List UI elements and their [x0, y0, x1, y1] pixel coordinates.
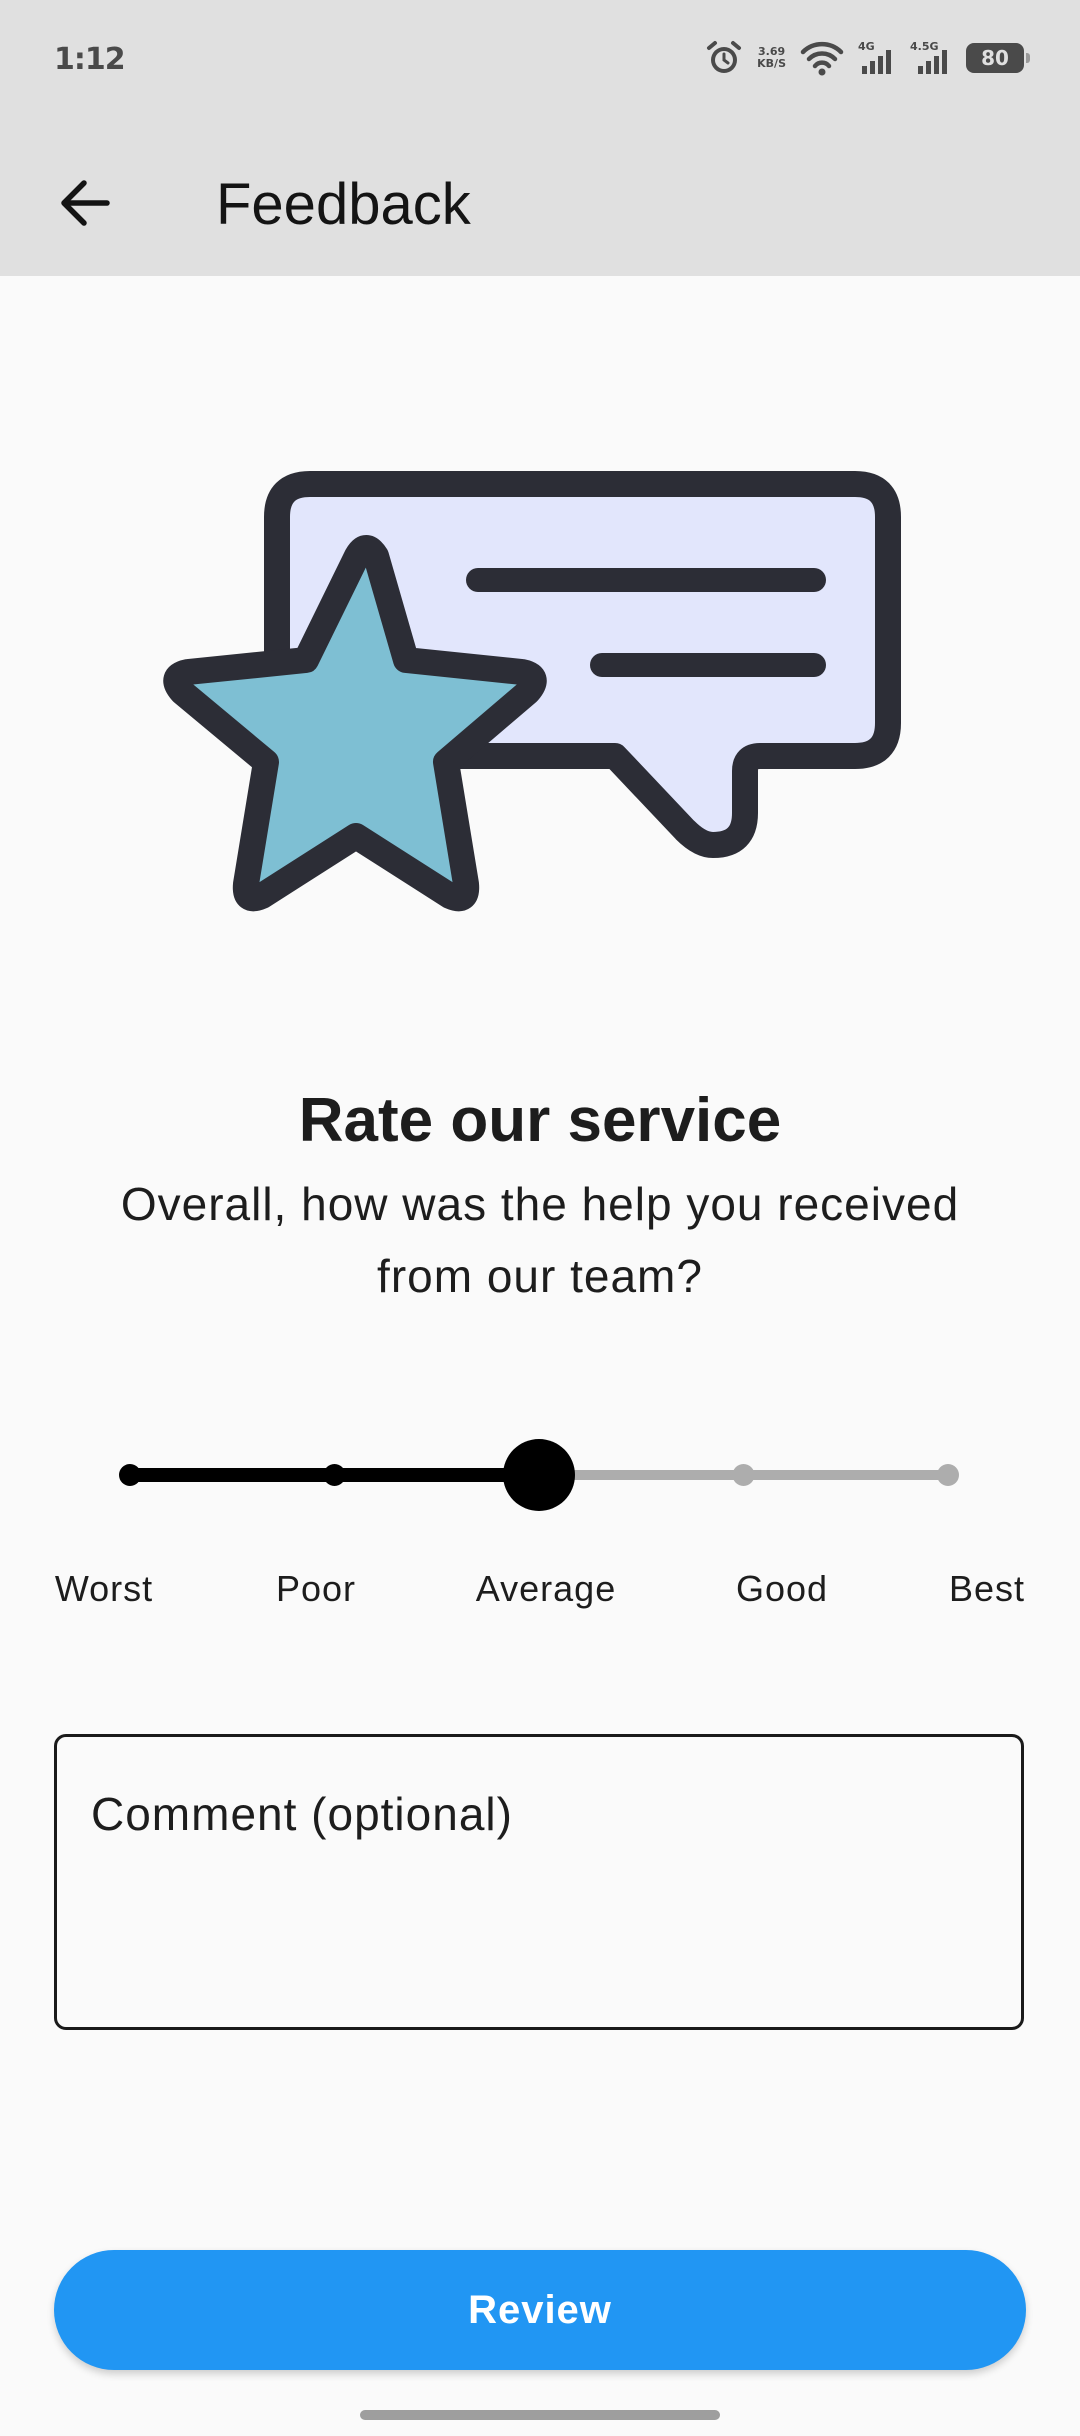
- alarm-icon: [705, 39, 743, 77]
- comment-field[interactable]: [54, 1734, 1024, 2030]
- review-button[interactable]: Review: [54, 2250, 1026, 2370]
- slider-thumb: [503, 1439, 575, 1511]
- slider-tick[interactable]: [937, 1464, 959, 1486]
- home-indicator: [360, 2410, 720, 2420]
- signal-icon: 4G: [858, 40, 896, 76]
- star-speech-bubble-icon: [163, 471, 901, 912]
- rating-subtitle-line-1: Overall, how was the help you received: [120, 1178, 960, 1230]
- status-time: 1:12: [54, 42, 126, 77]
- app-bar: Feedback: [0, 120, 1080, 276]
- rating-slider[interactable]: [0, 1420, 1080, 1530]
- status-bar: 1:12 3.69 KB/S 4G 4.5G 80: [0, 0, 1080, 120]
- rating-title: Rate our service: [298, 1086, 782, 1155]
- slider-tick[interactable]: [732, 1464, 755, 1486]
- rating-subtitle-line-2: from our team?: [377, 1250, 703, 1302]
- svg-text:4G: 4G: [858, 40, 875, 53]
- status-icons: 3.69 KB/S 4G 4.5G 80: [705, 36, 1030, 80]
- slider-tick[interactable]: [119, 1464, 141, 1486]
- arrow-left-icon: [57, 175, 113, 236]
- svg-text:4.5G: 4.5G: [910, 40, 939, 53]
- comment-input[interactable]: [57, 1737, 1021, 2027]
- slider-tick[interactable]: [323, 1464, 346, 1486]
- network-speed: 3.69 KB/S: [757, 46, 786, 70]
- rating-label-good: Good: [735, 1568, 829, 1609]
- back-button[interactable]: [40, 160, 130, 250]
- rating-label-poor: Poor: [275, 1568, 357, 1609]
- rating-label-average: Average: [475, 1568, 617, 1609]
- rating-slider-track[interactable]: [0, 1420, 1080, 1530]
- page-title: Feedback: [216, 172, 471, 237]
- network-speed-unit: KB/S: [757, 57, 786, 70]
- battery-icon: 80: [966, 43, 1030, 73]
- wifi-icon: [800, 40, 844, 76]
- rating-label-best: Best: [948, 1568, 1026, 1609]
- feedback-illustration: [160, 460, 920, 930]
- signal-icon: 4.5G: [910, 40, 952, 76]
- rating-label-worst: Worst: [54, 1568, 154, 1609]
- rating-subtitle: Overall, how was the help you received f…: [90, 1168, 990, 1312]
